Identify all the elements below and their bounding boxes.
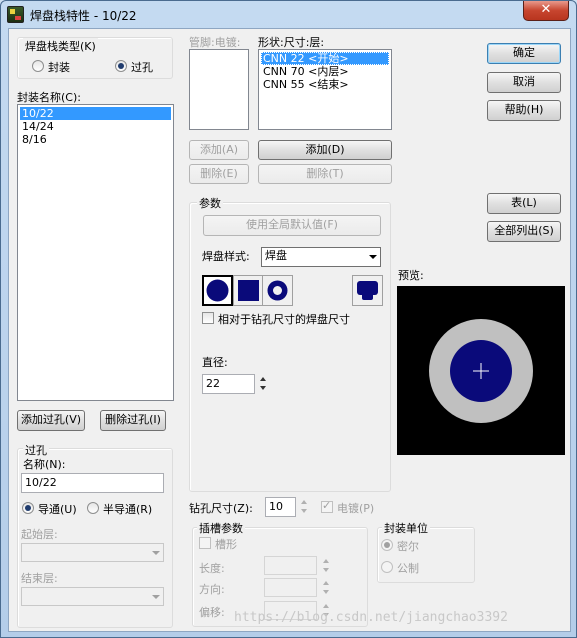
relative-size-label: 相对于钻孔尺寸的焊盘尺寸 <box>218 313 350 326</box>
drill-size-spinner[interactable] <box>300 498 309 518</box>
package-item[interactable]: 8/16 <box>20 133 171 146</box>
chevron-down-icon <box>369 255 377 259</box>
via-through-label: 导通(U) <box>38 503 77 516</box>
via-name-input[interactable]: 10/22 <box>21 473 164 493</box>
slot-direction-input[interactable] <box>264 578 317 597</box>
slot-group-label: 插槽参数 <box>197 520 245 536</box>
via-partial-radio[interactable] <box>87 502 99 514</box>
stack-type-label: 焊盘栈类型(K) <box>23 38 98 54</box>
slot-direction-spinner[interactable] <box>322 579 331 599</box>
pad-style-select[interactable]: 焊盘 <box>261 247 381 267</box>
delete-via-button[interactable]: 删除过孔(I) <box>100 410 166 431</box>
slot-direction-label: 方向: <box>199 583 225 596</box>
preview-svg <box>397 286 565 455</box>
title-bar: 焊盘栈特性 - 10/22 ✕ <box>1 1 576 28</box>
stack-type-via-label: 过孔 <box>131 61 153 74</box>
plated-checkbox[interactable] <box>321 499 333 513</box>
slotted-checkbox[interactable] <box>199 537 211 549</box>
square-pad-button[interactable] <box>233 275 264 306</box>
drill-size-label: 钻孔尺寸(Z): <box>189 502 253 515</box>
slot-length-spinner[interactable] <box>322 557 331 577</box>
spin-up-icon <box>323 559 329 563</box>
use-defaults-button[interactable]: 使用全局默认值(F) <box>203 215 381 236</box>
shape-list[interactable]: CNN 22 <开始> CNN 70 <内层> CNN 55 <结束> <box>258 49 392 130</box>
dialog-body: 焊盘栈类型(K) 封装 过孔 封装名称(C): 10/22 14/24 8/16… <box>8 28 571 632</box>
units-mil-label: 密尔 <box>397 540 419 553</box>
pads-app-icon <box>7 6 24 23</box>
package-list[interactable]: 10/22 14/24 8/16 <box>17 104 174 401</box>
stack-type-package-radio[interactable] <box>32 60 44 72</box>
slotted-label: 槽形 <box>215 538 237 551</box>
spin-down-icon <box>260 386 266 390</box>
slot-length-input[interactable] <box>264 556 317 575</box>
add-shape-button[interactable]: 添加(D) <box>258 140 392 160</box>
end-layer-label: 结束层: <box>21 572 58 585</box>
ok-button[interactable]: 确定 <box>487 43 561 64</box>
shape-item[interactable]: CNN 22 <开始> <box>261 52 389 65</box>
units-metric-label: 公制 <box>397 562 419 575</box>
add-via-button[interactable]: 添加过孔(V) <box>17 410 85 431</box>
via-through-radio[interactable] <box>22 502 34 514</box>
table-button[interactable]: 表(L) <box>487 193 561 214</box>
add-pin-button[interactable]: 添加(A) <box>189 140 249 160</box>
chevron-down-icon <box>152 551 160 555</box>
pad-style-label: 焊盘样式: <box>202 250 250 263</box>
annular-pad-button[interactable] <box>262 275 293 306</box>
units-metric-radio[interactable] <box>381 561 393 573</box>
start-layer-label: 起始层: <box>21 528 58 541</box>
diameter-input[interactable]: 22 <box>202 374 255 394</box>
package-item[interactable]: 14/24 <box>20 120 171 133</box>
package-list-label: 封装名称(C): <box>17 91 81 104</box>
shape-list-label: 形状:尺寸:层: <box>258 36 325 49</box>
watermark-text: https://blog.csdn.net/jiangchao3392 <box>234 610 508 625</box>
close-button[interactable]: ✕ <box>523 1 569 21</box>
start-layer-select[interactable] <box>21 543 164 562</box>
shape-item[interactable]: CNN 70 <内层> <box>261 65 389 78</box>
slot-length-label: 长度: <box>199 562 225 575</box>
via-partial-label: 半导通(R) <box>103 503 153 516</box>
dialog-window: 焊盘栈特性 - 10/22 ✕ 焊盘栈类型(K) 封装 过孔 封装名称(C): … <box>0 0 577 638</box>
annular-pad-icon <box>267 280 288 301</box>
slot-offset-label: 偏移: <box>199 606 225 619</box>
plated-label: 电镀(P) <box>337 502 375 515</box>
spin-up-icon <box>323 581 329 585</box>
custom-pad-button[interactable] <box>352 275 383 306</box>
spin-down-icon <box>323 568 329 572</box>
help-button[interactable]: 帮助(H) <box>487 100 561 121</box>
delete-pin-button[interactable]: 删除(E) <box>189 164 249 184</box>
delete-shape-button[interactable]: 删除(T) <box>258 164 392 184</box>
diameter-label: 直径: <box>202 356 228 369</box>
units-group-label: 封装单位 <box>382 520 430 536</box>
round-pad-button[interactable] <box>202 275 233 306</box>
via-name-label: 名称(N): <box>23 458 66 471</box>
relative-size-checkbox[interactable] <box>202 312 214 324</box>
custom-pad-icon <box>357 281 378 300</box>
shape-item[interactable]: CNN 55 <结束> <box>261 78 389 91</box>
list-all-button[interactable]: 全部列出(S) <box>487 221 561 242</box>
round-pad-icon <box>206 279 229 302</box>
chevron-down-icon <box>152 595 160 599</box>
spin-down-icon <box>301 509 307 513</box>
square-pad-icon <box>238 280 259 301</box>
spin-up-icon <box>260 377 266 381</box>
end-layer-select[interactable] <box>21 587 164 606</box>
units-mil-radio[interactable] <box>381 539 393 551</box>
params-group <box>189 202 391 492</box>
preview-canvas <box>397 286 565 455</box>
diameter-spinner[interactable] <box>259 375 268 395</box>
pin-list[interactable] <box>189 49 249 130</box>
preview-label: 预览: <box>398 269 424 282</box>
params-group-label: 参数 <box>197 195 223 211</box>
pad-style-value: 焊盘 <box>265 249 287 262</box>
drill-size-input[interactable]: 10 <box>265 497 296 517</box>
stack-type-package-label: 封装 <box>48 61 70 74</box>
cancel-button[interactable]: 取消 <box>487 72 561 93</box>
spin-up-icon <box>301 500 307 504</box>
package-item[interactable]: 10/22 <box>20 107 171 120</box>
spin-up-icon <box>323 604 329 608</box>
stack-type-via-radio[interactable] <box>115 60 127 72</box>
pin-list-label: 管脚:电镀: <box>189 36 241 49</box>
spin-down-icon <box>323 590 329 594</box>
window-title: 焊盘栈特性 - 10/22 <box>30 9 137 23</box>
